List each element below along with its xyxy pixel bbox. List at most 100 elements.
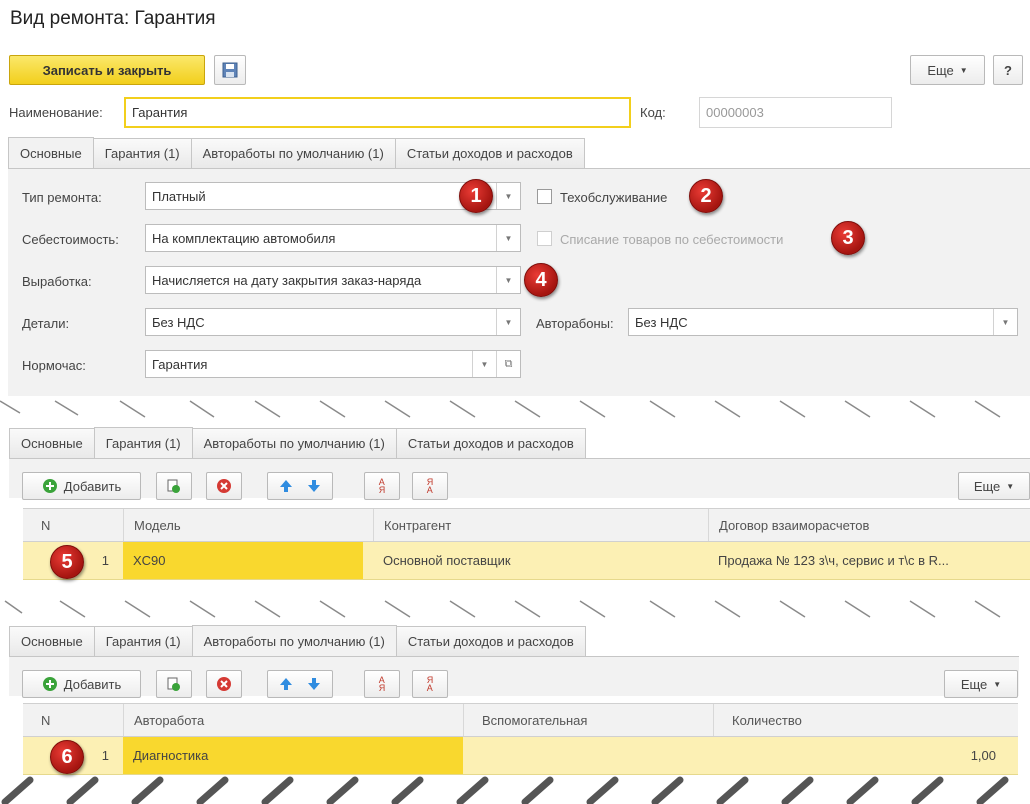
chevron-down-icon: ▼ bbox=[1006, 481, 1015, 491]
copy-button[interactable] bbox=[156, 670, 192, 698]
row-quantity[interactable]: 1,00 bbox=[713, 737, 1018, 774]
callout-badge-3: 3 bbox=[831, 221, 865, 255]
tab-bar-default-works: Основные Гарантия (1) Автоработы по умол… bbox=[9, 625, 586, 656]
copy-icon bbox=[166, 676, 182, 692]
arrow-down-icon[interactable] bbox=[306, 676, 322, 692]
name-label: Наименование: bbox=[9, 105, 103, 120]
plus-icon bbox=[42, 478, 58, 494]
autoworks-value: Без НДС bbox=[635, 314, 688, 330]
chevron-down-icon[interactable]: ▼ bbox=[472, 351, 496, 377]
cost-label: Себестоимость: bbox=[22, 232, 119, 247]
more-button[interactable]: Еще ▼ bbox=[944, 670, 1018, 698]
column-auxiliary[interactable]: Вспомогательная bbox=[463, 704, 713, 736]
output-select[interactable]: Начисляется на дату закрытия заказ-наряд… bbox=[145, 266, 521, 294]
parts-label: Детали: bbox=[22, 316, 70, 331]
sort-desc-button[interactable]: ЯА bbox=[412, 472, 448, 500]
column-contract[interactable]: Договор взаиморасчетов bbox=[708, 509, 1030, 541]
add-button[interactable]: Добавить bbox=[22, 472, 141, 500]
callout-badge-1: 1 bbox=[459, 179, 493, 213]
row-work[interactable]: Диагностика bbox=[123, 737, 463, 774]
sort-asc-button[interactable]: АЯ bbox=[364, 472, 400, 500]
sort-asc-button[interactable]: АЯ bbox=[364, 670, 400, 698]
writeoff-checkbox[interactable] bbox=[537, 231, 552, 246]
move-buttons bbox=[267, 670, 333, 698]
row-model[interactable]: XC90 bbox=[123, 542, 363, 579]
name-input[interactable]: Гарантия bbox=[124, 97, 631, 128]
tab-main[interactable]: Основные bbox=[9, 626, 95, 656]
sort-asc-icon: АЯ bbox=[378, 675, 386, 693]
more-button[interactable]: Еще ▼ bbox=[910, 55, 985, 85]
plus-icon bbox=[42, 676, 58, 692]
callout-badge-2: 2 bbox=[689, 179, 723, 213]
maintenance-label: Техобслуживание bbox=[560, 190, 668, 205]
save-button[interactable] bbox=[214, 55, 246, 85]
delete-button[interactable] bbox=[206, 472, 242, 500]
column-counterparty[interactable]: Контрагент bbox=[373, 509, 708, 541]
parts-value: Без НДС bbox=[152, 314, 205, 330]
tab-income-expense[interactable]: Статьи доходов и расходов bbox=[395, 626, 586, 656]
more-label: Еще bbox=[973, 478, 1001, 494]
chevron-down-icon[interactable]: ▼ bbox=[496, 309, 520, 335]
open-icon[interactable]: ⧉ bbox=[496, 351, 520, 377]
callout-badge-4: 4 bbox=[524, 263, 558, 297]
tab-warranty[interactable]: Гарантия (1) bbox=[93, 626, 193, 656]
tab-income-expense[interactable]: Статьи доходов и расходов bbox=[395, 428, 586, 458]
repair-type-value: Платный bbox=[152, 188, 206, 204]
parts-select[interactable]: Без НДС ▼ bbox=[145, 308, 521, 336]
tab-default-works[interactable]: Автоработы по умолчанию (1) bbox=[191, 428, 397, 458]
move-buttons bbox=[267, 472, 333, 500]
column-quantity[interactable]: Количество bbox=[713, 704, 1018, 736]
arrow-down-icon[interactable] bbox=[306, 478, 322, 494]
row-contract[interactable]: Продажа № 123 з\ч, сервис и т\с в R... bbox=[708, 542, 1030, 579]
tab-default-works[interactable]: Автоработы по умолчанию (1) bbox=[191, 625, 397, 656]
autoworks-select[interactable]: Без НДС ▼ bbox=[628, 308, 1018, 336]
default-works-grid-header: N Авторабота Вспомогательная Количество bbox=[23, 703, 1018, 737]
writeoff-label: Списание товаров по себестоимости bbox=[560, 232, 784, 247]
chevron-down-icon[interactable]: ▼ bbox=[496, 225, 520, 251]
autoworks-label: Авторабоны: bbox=[536, 316, 614, 331]
callout-badge-5: 5 bbox=[50, 545, 84, 579]
tab-income-expense[interactable]: Статьи доходов и расходов bbox=[394, 138, 585, 168]
page-title: Вид ремонта: Гарантия bbox=[10, 8, 216, 29]
arrow-up-icon[interactable] bbox=[278, 676, 294, 692]
chevron-down-icon: ▼ bbox=[993, 679, 1002, 689]
normhour-label: Нормочас: bbox=[22, 358, 86, 373]
column-n[interactable]: N bbox=[23, 509, 123, 541]
chevron-down-icon[interactable]: ▼ bbox=[993, 309, 1017, 335]
help-button[interactable]: ? bbox=[993, 55, 1023, 85]
add-button[interactable]: Добавить bbox=[22, 670, 141, 698]
delete-button[interactable] bbox=[206, 670, 242, 698]
maintenance-checkbox[interactable] bbox=[537, 189, 552, 204]
column-model[interactable]: Модель bbox=[123, 509, 373, 541]
arrow-up-icon[interactable] bbox=[278, 478, 294, 494]
table-row[interactable]: 1 Диагностика 1,00 bbox=[23, 737, 1018, 775]
close-icon bbox=[216, 676, 232, 692]
warranty-grid-header: N Модель Контрагент Договор взаиморасчет… bbox=[23, 508, 1030, 542]
column-n[interactable]: N bbox=[23, 704, 123, 736]
more-button[interactable]: Еще ▼ bbox=[958, 472, 1030, 500]
section-separator bbox=[0, 400, 1001, 418]
sort-desc-button[interactable]: ЯА bbox=[412, 670, 448, 698]
save-and-close-button[interactable]: Записать и закрыть bbox=[9, 55, 205, 85]
tab-default-works[interactable]: Автоработы по умолчанию (1) bbox=[190, 138, 396, 168]
normhour-select[interactable]: Гарантия ▼ ⧉ bbox=[145, 350, 521, 378]
code-label: Код: bbox=[640, 105, 666, 120]
tab-main[interactable]: Основные bbox=[9, 428, 95, 458]
column-work[interactable]: Авторабота bbox=[123, 704, 463, 736]
row-auxiliary[interactable] bbox=[463, 737, 713, 774]
bottom-torn-edge bbox=[1, 776, 1009, 804]
chevron-down-icon[interactable]: ▼ bbox=[496, 183, 520, 209]
repair-type-label: Тип ремонта: bbox=[22, 190, 102, 205]
row-counterparty[interactable]: Основной поставщик bbox=[373, 542, 708, 579]
cost-select[interactable]: На комплектацию автомобиля ▼ bbox=[145, 224, 521, 252]
tab-warranty[interactable]: Гарантия (1) bbox=[93, 427, 193, 458]
tab-warranty[interactable]: Гарантия (1) bbox=[92, 138, 192, 168]
floppy-disk-icon bbox=[222, 62, 238, 78]
chevron-down-icon[interactable]: ▼ bbox=[496, 267, 520, 293]
copy-button[interactable] bbox=[156, 472, 192, 500]
table-row[interactable]: 1 XC90 Основной поставщик Продажа № 123 … bbox=[23, 542, 1030, 580]
code-input[interactable]: 00000003 bbox=[699, 97, 892, 128]
sort-desc-icon: ЯА bbox=[426, 477, 434, 495]
callout-badge-6: 6 bbox=[50, 740, 84, 774]
tab-main[interactable]: Основные bbox=[8, 137, 94, 168]
